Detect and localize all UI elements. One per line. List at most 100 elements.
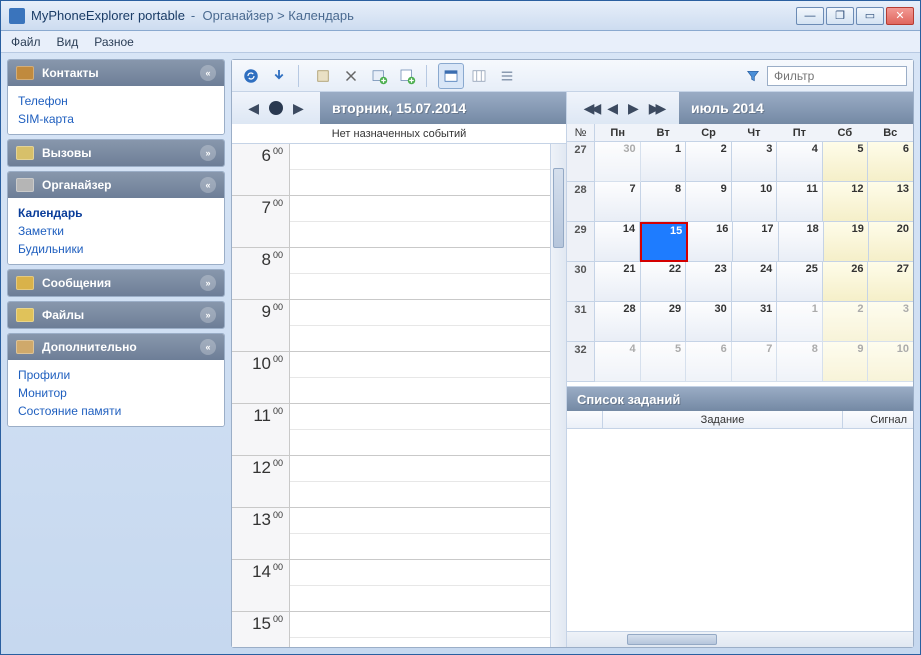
month-day[interactable]: 1 <box>777 302 823 342</box>
sidebar-item-alarms[interactable]: Будильники <box>18 240 214 258</box>
month-day[interactable]: 28 <box>595 302 641 342</box>
acc-extra-head[interactable]: Дополнительно « <box>8 334 224 360</box>
hour-cell[interactable] <box>290 300 550 351</box>
sync-button[interactable] <box>238 63 264 89</box>
next-month-button[interactable]: ▶ <box>628 100 639 117</box>
tasks-col-signal[interactable]: Сигнал <box>843 411 913 428</box>
month-day[interactable]: 7 <box>595 182 641 222</box>
hour-row[interactable]: 1300 <box>232 508 550 560</box>
today-button[interactable] <box>269 101 283 115</box>
month-day[interactable]: 10 <box>868 342 913 382</box>
month-day[interactable]: 21 <box>595 262 641 302</box>
month-day[interactable]: 16 <box>688 222 733 262</box>
month-day[interactable]: 3 <box>732 142 778 182</box>
hour-row[interactable]: 1000 <box>232 352 550 404</box>
hour-cell[interactable] <box>290 144 550 195</box>
hour-row[interactable]: 1100 <box>232 404 550 456</box>
acc-organizer-head[interactable]: Органайзер « <box>8 172 224 198</box>
acc-calls-head[interactable]: Вызовы » <box>8 140 224 166</box>
month-day[interactable]: 8 <box>641 182 687 222</box>
prev-day-button[interactable]: ◀ <box>248 100 259 117</box>
filter-input[interactable] <box>767 66 907 86</box>
maximize-button[interactable]: ▭ <box>856 7 884 25</box>
hour-row[interactable]: 900 <box>232 300 550 352</box>
month-day[interactable]: 29 <box>641 302 687 342</box>
close-button[interactable]: ✕ <box>886 7 914 25</box>
acc-messages-head[interactable]: Сообщения » <box>8 270 224 296</box>
hour-row[interactable]: 1200 <box>232 456 550 508</box>
sidebar-item-phone[interactable]: Телефон <box>18 92 214 110</box>
month-day[interactable]: 13 <box>868 182 913 222</box>
month-day[interactable]: 10 <box>732 182 778 222</box>
month-day[interactable]: 30 <box>686 302 732 342</box>
month-day[interactable]: 20 <box>869 222 913 262</box>
menu-misc[interactable]: Разное <box>94 35 134 49</box>
month-day[interactable]: 9 <box>823 342 869 382</box>
month-day[interactable]: 14 <box>595 222 640 262</box>
month-day[interactable]: 8 <box>777 342 823 382</box>
sidebar-item-memory[interactable]: Состояние памяти <box>18 402 214 420</box>
sidebar-item-notes[interactable]: Заметки <box>18 222 214 240</box>
month-day[interactable]: 6 <box>686 342 732 382</box>
month-day[interactable]: 2 <box>823 302 869 342</box>
minimize-button[interactable]: — <box>796 7 824 25</box>
hour-cell[interactable] <box>290 456 550 507</box>
month-day[interactable]: 4 <box>777 142 823 182</box>
prev-month-button[interactable]: ◀ <box>607 100 618 117</box>
next-year-button[interactable]: ▶▶ <box>649 100 663 117</box>
month-day[interactable]: 24 <box>732 262 778 302</box>
acc-contacts-head[interactable]: Контакты « <box>8 60 224 86</box>
month-day[interactable]: 27 <box>868 262 913 302</box>
tasks-body[interactable] <box>567 429 913 631</box>
month-day[interactable]: 1 <box>641 142 687 182</box>
month-day[interactable]: 15 <box>640 222 688 262</box>
hour-row[interactable]: 600 <box>232 144 550 196</box>
menu-file[interactable]: Файл <box>11 35 41 49</box>
view-day-button[interactable] <box>438 63 464 89</box>
edit-button[interactable] <box>310 63 336 89</box>
menu-view[interactable]: Вид <box>57 35 79 49</box>
month-day[interactable]: 7 <box>732 342 778 382</box>
hour-cell[interactable] <box>290 404 550 455</box>
sidebar-item-profiles[interactable]: Профили <box>18 366 214 384</box>
month-day[interactable]: 30 <box>595 142 641 182</box>
prev-year-button[interactable]: ◀◀ <box>584 100 598 117</box>
vertical-scrollbar[interactable] <box>550 144 566 647</box>
hours-grid[interactable]: 600700800900100011001200130014001500 <box>232 144 550 647</box>
hour-cell[interactable] <box>290 248 550 299</box>
hour-cell[interactable] <box>290 352 550 403</box>
sidebar-item-sim[interactable]: SIM-карта <box>18 110 214 128</box>
horizontal-scrollbar[interactable] <box>567 631 913 647</box>
cut-button[interactable] <box>338 63 364 89</box>
tasks-col-task[interactable]: Задание <box>603 411 843 428</box>
month-day[interactable]: 25 <box>777 262 823 302</box>
hour-row[interactable]: 700 <box>232 196 550 248</box>
month-day[interactable]: 3 <box>868 302 913 342</box>
add-task-button[interactable] <box>394 63 420 89</box>
month-day[interactable]: 6 <box>868 142 913 182</box>
sidebar-item-monitor[interactable]: Монитор <box>18 384 214 402</box>
view-week-button[interactable] <box>466 63 492 89</box>
hour-cell[interactable] <box>290 196 550 247</box>
view-list-button[interactable] <box>494 63 520 89</box>
hour-cell[interactable] <box>290 508 550 559</box>
scroll-thumb[interactable] <box>553 168 564 248</box>
hour-row[interactable]: 1400 <box>232 560 550 612</box>
hour-cell[interactable] <box>290 560 550 611</box>
month-day[interactable]: 4 <box>595 342 641 382</box>
hour-cell[interactable] <box>290 612 550 647</box>
hour-row[interactable]: 1500 <box>232 612 550 647</box>
download-button[interactable] <box>266 63 292 89</box>
month-day[interactable]: 31 <box>732 302 778 342</box>
tasks-col-check[interactable] <box>567 411 603 428</box>
acc-files-head[interactable]: Файлы » <box>8 302 224 328</box>
scroll-thumb[interactable] <box>627 634 717 645</box>
restore-button[interactable]: ❐ <box>826 7 854 25</box>
month-day[interactable]: 5 <box>823 142 869 182</box>
month-day[interactable]: 9 <box>686 182 732 222</box>
hour-row[interactable]: 800 <box>232 248 550 300</box>
sidebar-item-calendar[interactable]: Календарь <box>18 204 214 222</box>
month-day[interactable]: 19 <box>824 222 869 262</box>
add-event-button[interactable] <box>366 63 392 89</box>
next-day-button[interactable]: ▶ <box>293 100 304 117</box>
